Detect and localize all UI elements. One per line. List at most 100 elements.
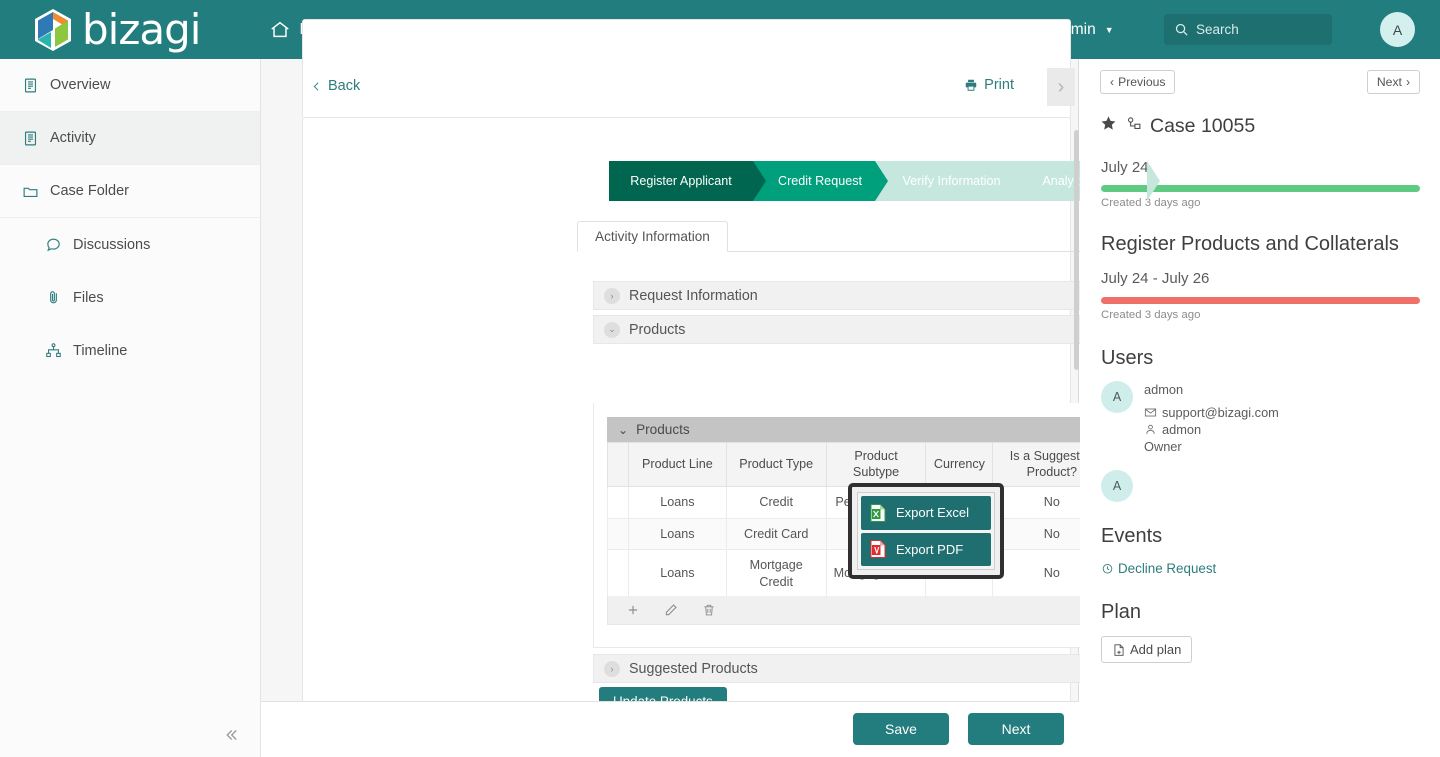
stage-credit-request[interactable]: Credit Request xyxy=(753,161,888,201)
cell-product-line: Loans xyxy=(627,486,727,519)
cell-product-type: Credit xyxy=(725,486,827,519)
export-pdf-label: Export PDF xyxy=(896,541,964,557)
select-column-header xyxy=(607,441,629,488)
stage-arrow-tip xyxy=(875,161,888,201)
column-header-product-subtype: Product Subtype xyxy=(825,441,927,488)
form-footer: Save Next xyxy=(261,701,1079,757)
sidebar-item-timeline[interactable]: Timeline xyxy=(0,324,260,377)
next-panel-button[interactable]: › xyxy=(1047,68,1075,106)
activity-title: Register Products and Collaterals xyxy=(1101,233,1399,255)
next-case-button[interactable]: Next › xyxy=(1366,70,1420,94)
add-plan-label: Add plan xyxy=(1130,642,1182,657)
column-header-currency: Currency xyxy=(925,441,994,488)
file-plus-icon xyxy=(1114,643,1124,656)
printer-icon xyxy=(965,79,977,91)
sidebar-item-discussions[interactable]: Discussions xyxy=(0,218,260,271)
export-pdf-button[interactable]: Export PDF xyxy=(861,532,991,566)
document-icon xyxy=(22,77,39,94)
cell-product-line: Loans xyxy=(627,549,727,598)
case-details-panel: ‹ Previous Next › Case 10055 July 24 Cre… xyxy=(1080,59,1440,757)
activity-progress-bar xyxy=(1101,297,1420,304)
sidebar-item-label: Case Folder xyxy=(50,183,129,199)
brand-logo[interactable]: bizagi xyxy=(33,4,201,54)
previous-case-button[interactable]: ‹ Previous xyxy=(1100,70,1176,94)
row-select-cell[interactable] xyxy=(607,517,629,551)
toolbar-card xyxy=(302,19,1071,119)
folder-icon xyxy=(22,183,39,200)
add-plan-button[interactable]: Add plan xyxy=(1101,636,1193,663)
user-avatar: A xyxy=(1101,470,1133,502)
chevron-down-icon: ⌄ xyxy=(618,422,629,437)
export-excel-button[interactable]: Export Excel xyxy=(861,496,991,530)
save-button[interactable]: Save xyxy=(853,713,949,745)
chevron-right-icon: › xyxy=(1057,75,1065,98)
event-decline-request[interactable]: Decline Request xyxy=(1101,561,1216,576)
left-sidebar: Overview Activity Case Folder Discussion… xyxy=(0,59,261,757)
search-input[interactable]: Search xyxy=(1164,14,1332,45)
chevron-double-left-icon xyxy=(226,730,237,740)
sidebar-item-label: Files xyxy=(73,289,104,306)
case-date: July 24 xyxy=(1101,159,1149,176)
user-avatar: A xyxy=(1101,381,1133,413)
chevron-down-icon: ▼ xyxy=(1104,24,1114,35)
favorite-star-icon[interactable] xyxy=(1100,115,1117,138)
comment-icon xyxy=(45,236,62,253)
sidebar-item-label: Overview xyxy=(50,77,111,93)
avatar[interactable]: A xyxy=(1380,12,1415,47)
stage-label: Credit Request xyxy=(778,174,862,188)
timeline-icon xyxy=(45,342,62,359)
cell-product-type: Credit Card xyxy=(725,517,827,551)
sidebar-item-case-folder[interactable]: Case Folder xyxy=(0,165,260,218)
person-icon xyxy=(1146,424,1155,434)
sidebar-item-label: Discussions xyxy=(73,236,151,253)
column-header-product-type: Product Type xyxy=(725,441,827,488)
plan-heading: Plan xyxy=(1101,601,1142,623)
sidebar-item-files[interactable]: Files xyxy=(0,271,260,324)
print-button[interactable]: Print xyxy=(964,77,1014,93)
cell-product-type: Mortgage Credit xyxy=(725,549,827,598)
events-heading: Events xyxy=(1101,525,1163,547)
add-row-icon[interactable] xyxy=(626,603,640,617)
stage-verify-information[interactable]: Verify Information xyxy=(875,161,1029,201)
next-label: Next xyxy=(1376,75,1402,89)
back-label: Back xyxy=(328,78,361,94)
chevron-right-icon: › xyxy=(604,287,620,304)
collapse-sidebar-button[interactable] xyxy=(218,722,244,748)
chevron-right-icon: › xyxy=(1405,75,1410,89)
sidebar-item-activity[interactable]: Activity xyxy=(0,112,260,165)
excel-file-icon xyxy=(870,503,886,522)
search-placeholder: Search xyxy=(1196,22,1239,37)
back-button[interactable]: Back xyxy=(310,78,360,94)
clock-icon xyxy=(1102,564,1113,574)
user-login: admon xyxy=(1162,422,1202,437)
stage-label: Verify Information xyxy=(902,174,1001,188)
chevron-right-icon: › xyxy=(604,660,620,677)
brand-name: bizagi xyxy=(82,4,201,54)
row-select-cell[interactable] xyxy=(607,486,629,519)
activity-date: July 24 - July 26 xyxy=(1101,270,1210,287)
footer-next-button[interactable]: Next xyxy=(968,713,1064,745)
edit-row-icon[interactable] xyxy=(664,603,678,617)
case-title-row: Case 10055 xyxy=(1100,115,1255,138)
main-scrollbar[interactable] xyxy=(1074,130,1079,370)
mail-icon xyxy=(1144,408,1157,417)
stage-register-applicant[interactable]: Register Applicant xyxy=(609,161,766,201)
user-email: support@bizagi.com xyxy=(1162,405,1279,420)
process-node-icon xyxy=(1125,115,1142,138)
chevron-left-icon: ‹ xyxy=(1110,75,1115,89)
tab-activity-information[interactable]: Activity Information xyxy=(577,221,728,252)
stage-label: Register Applicant xyxy=(630,174,732,188)
user-login-row: admon xyxy=(1144,422,1201,437)
export-menu-inner: Export Excel Export PDF xyxy=(857,492,995,570)
delete-row-icon[interactable] xyxy=(702,603,716,617)
section-label: Products xyxy=(629,321,686,338)
row-select-cell[interactable] xyxy=(607,549,629,598)
sidebar-item-overview[interactable]: Overview xyxy=(0,59,260,112)
chevron-down-icon: ⌄ xyxy=(604,321,620,338)
app-root: bizagi Me Inbox New Case ▼ Queries ▼ xyxy=(0,0,1440,757)
cell-product-line: Loans xyxy=(627,517,727,551)
tab-label: Activity Information xyxy=(595,229,710,244)
activity-created-text: Created 3 days ago xyxy=(1101,309,1201,321)
user-name: admon xyxy=(1144,382,1184,397)
stage-arrow-tip xyxy=(753,161,766,201)
